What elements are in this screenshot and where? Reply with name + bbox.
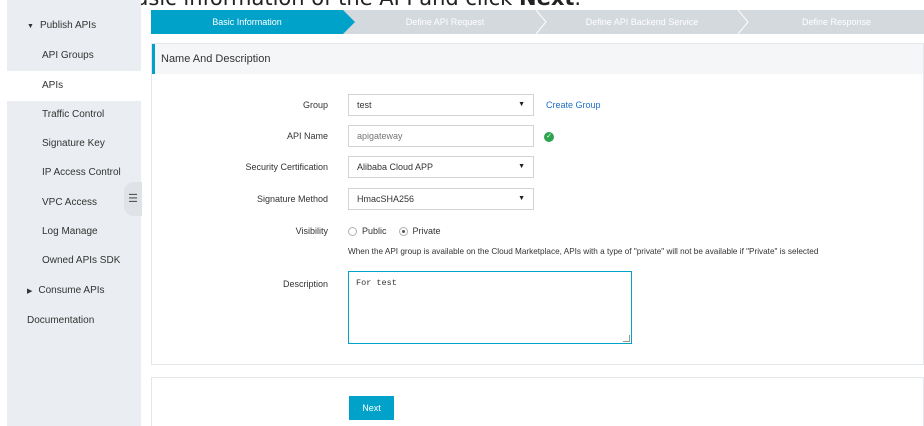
signature-method-select[interactable]: HmacSHA256 ▼ [348, 188, 534, 210]
description-label: Description [282, 279, 328, 289]
sidebar-item-ip-access-control[interactable]: IP Access Control [7, 158, 141, 188]
api-name-label: API Name [286, 131, 328, 141]
caret-down-icon: ▼ [518, 101, 525, 108]
step-chevron-icon [535, 10, 547, 34]
security-certification-select[interactable]: Alibaba Cloud APP ▼ [348, 156, 534, 178]
sidebar-item-label: IP Access Control [42, 167, 121, 178]
sidebar-group-consume-apis[interactable]: ▶ Consume APIs [7, 276, 141, 306]
visibility-option-label: Private [412, 226, 441, 236]
create-group-link[interactable]: Create Group [546, 100, 601, 110]
sidebar-item-label: Signature Key [42, 138, 105, 149]
visibility-label: Visibility [295, 226, 328, 236]
group-label: Group [302, 100, 328, 110]
step-define-api-request: Define API Request [355, 10, 535, 34]
caret-down-icon: ▼ [518, 163, 525, 170]
sidebar-item-signature-key[interactable]: Signature Key [7, 129, 141, 159]
sidebar-item-label: APIs [42, 80, 64, 91]
visibility-hint: When the API group is available on the C… [348, 247, 819, 256]
panel-title: Name And Description [152, 44, 923, 74]
check-circle-icon: ✓ [544, 132, 554, 142]
resize-handle-icon[interactable] [623, 335, 630, 342]
caret-down-icon: ▼ [518, 195, 525, 202]
sidebar-item-log-manage[interactable]: Log Manage [7, 217, 141, 247]
sidebar-item-owned-apis-sdk[interactable]: Owned APIs SDK [7, 246, 141, 276]
sidebar-group-label: Publish APIs [39, 20, 97, 31]
sidebar-item-vpc-access[interactable]: VPC Access [7, 188, 141, 218]
sidebar-item-documentation[interactable]: Documentation [7, 306, 141, 336]
next-button[interactable]: Next [349, 396, 394, 420]
caption-action: Next [519, 0, 574, 10]
description-textarea[interactable]: For test [348, 271, 632, 344]
sidebar: ▼ Publish APIs API Groups APIs Traffic Co… [7, 0, 141, 426]
signature-method-label: Signature Method [256, 194, 328, 204]
sidebar-group-publish-apis[interactable]: ▼ Publish APIs [7, 11, 141, 41]
sidebar-item-label: VPC Access [42, 197, 98, 208]
sidebar-item-label: API Groups [42, 50, 94, 61]
sidebar-item-api-groups[interactable]: API Groups [7, 41, 141, 71]
security-certification-value: Alibaba Cloud APP [357, 162, 434, 172]
sidebar-item-label: Traffic Control [42, 109, 105, 120]
triangle-down-icon: ▼ [27, 23, 34, 30]
caption-suffix: . [574, 0, 581, 10]
step-basic-information: Basic Information [151, 10, 343, 34]
visibility-private-radio[interactable] [398, 226, 408, 236]
step-label: Define API Backend Service [585, 17, 699, 27]
visibility-public-radio[interactable] [348, 226, 357, 236]
security-certification-label: Security Certification [245, 162, 328, 172]
sidebar-item-label: Documentation [27, 315, 95, 326]
sidebar-item-label: Log Manage [42, 226, 98, 237]
visibility-radio-group: Public Private [348, 226, 441, 236]
step-chevron-icon [737, 10, 749, 34]
visibility-option-label: Public [362, 226, 387, 236]
sidebar-item-traffic-control[interactable]: Traffic Control [7, 100, 141, 130]
api-name-input[interactable]: apigateway [348, 125, 534, 147]
triangle-right-icon: ▶ [27, 288, 33, 295]
group-value: test [357, 100, 372, 110]
sidebar-collapse-icon[interactable]: ☰ [124, 182, 142, 216]
step-progress-bar: Basic Information Define API Request Def… [151, 10, 924, 34]
sidebar-item-label: Owned APIs SDK [42, 255, 121, 266]
sidebar-item-apis[interactable]: APIs [7, 71, 141, 101]
step-arrow-icon [343, 10, 355, 34]
step-define-response: Define Response [749, 10, 924, 34]
description-value: For test [356, 278, 397, 288]
step-label: Define API Request [405, 17, 485, 27]
form-footer: Next [151, 377, 924, 426]
group-select[interactable]: test ▼ [348, 94, 534, 116]
step-define-api-backend-service: Define API Backend Service [547, 10, 737, 34]
step-label: Define Response [801, 17, 872, 27]
sidebar-group-label: Consume APIs [38, 285, 105, 296]
basic-info-panel: Name And Description Group test ▼ Create… [151, 43, 924, 365]
step-label: Basic Information [212, 17, 282, 27]
signature-method-value: HmacSHA256 [357, 194, 415, 204]
